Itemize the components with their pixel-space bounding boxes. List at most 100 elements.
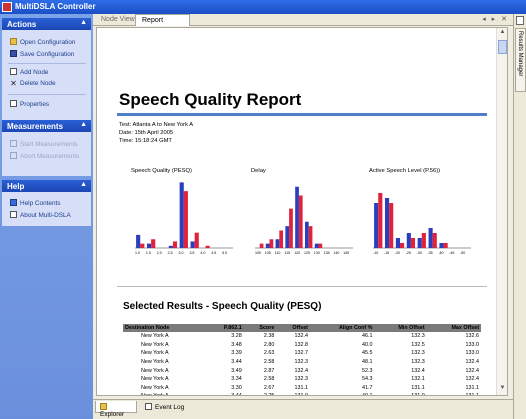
tick-label: -15 — [384, 251, 389, 254]
collapse-chevron-icon[interactable]: ▲ — [80, 121, 87, 128]
column-header[interactable]: Destination Node — [123, 324, 207, 332]
table-cell: 132.3 — [411, 350, 425, 357]
pesq-chart: Speech Quality (PESQ) 1.0 1.5 2.0 2.5 3.0 3.5… — [131, 168, 237, 256]
tick-label: 2.5 — [168, 251, 173, 254]
table-row[interactable]: New York A 3.48 2.80 132.8 40.0 132.5 133.0 — [123, 341, 481, 350]
chart-bar — [439, 243, 444, 248]
column-header[interactable]: Min Offset — [374, 324, 427, 332]
table-cell: New York A — [141, 384, 169, 391]
abort-measurements-item[interactable]: Abort Measurements — [10, 152, 79, 162]
floppy-disk-icon — [10, 50, 17, 57]
table-row[interactable]: New York A 3.34 2.58 132.3 54.3 132.1 132.4 — [123, 375, 481, 384]
scroll-down-icon[interactable]: ▼ — [498, 385, 507, 394]
tab-report[interactable]: Report — [135, 14, 190, 26]
scroll-thumb[interactable] — [498, 40, 507, 54]
table-cell: 133.0 — [465, 350, 480, 357]
table-cell: 132.4 — [294, 333, 308, 340]
table-cell: 132.4 — [465, 376, 480, 383]
help-panel-header[interactable]: Help ▲ — [2, 180, 91, 192]
scroll-up-icon[interactable]: ▲ — [498, 29, 507, 38]
divider — [8, 63, 86, 64]
table-cell: 3.44 — [206, 392, 244, 395]
tab-explorer[interactable]: Explorer — [95, 401, 137, 418]
table-cell: 132.4 — [465, 359, 480, 366]
column-header[interactable]: Max Offset — [426, 324, 481, 332]
column-header[interactable]: Score — [243, 324, 277, 332]
table-cell: 2.58 — [263, 376, 275, 383]
chart-bar — [151, 239, 156, 248]
column-header[interactable]: Offset — [276, 324, 310, 332]
table-row[interactable]: New York A 3.39 2.63 132.7 45.5 132.3 133.0 — [123, 349, 481, 358]
about-item[interactable]: About Multi-DSLA — [10, 211, 71, 221]
chart-bar — [146, 243, 152, 248]
start-icon — [10, 140, 17, 147]
chart-bar — [421, 233, 426, 248]
chart-bar — [140, 243, 145, 248]
table-cell: New York A — [123, 392, 206, 395]
chart-title: Delay — [251, 168, 266, 174]
table-cell: 54.3 — [362, 376, 373, 383]
tab-navigation[interactable]: ◂ ▸ ✕ — [482, 15, 509, 23]
table-cell: 132.3 — [411, 333, 425, 340]
table-cell: 132.6 — [465, 333, 480, 340]
measurements-panel-header[interactable]: Measurements ▲ — [2, 120, 91, 132]
tick-label: 100 — [255, 251, 261, 254]
results-table: Destination Node P.862.1 Score Offset Align … — [123, 324, 481, 395]
help-contents-item[interactable]: Help Contents — [10, 199, 61, 209]
actions-panel-header[interactable]: Actions ▲ — [2, 18, 91, 30]
table-row[interactable]: New York A3.442.75131.040.1131.0131.1 — [123, 392, 481, 395]
tab-event-log[interactable]: Event Log — [141, 401, 189, 413]
table-row[interactable]: New York A 3.28 2.38 132.4 46.1 132.3 132.6 — [123, 332, 481, 341]
delay-chart: Delay 100 105 110 115 120 125 130 135 140 145 — [251, 168, 357, 256]
results-manager-icon[interactable] — [516, 16, 524, 25]
collapse-chevron-icon[interactable]: ▲ — [80, 19, 87, 26]
chart-bar — [443, 243, 448, 248]
table-cell: 132.1 — [411, 376, 425, 383]
table-cell: 131.0 — [375, 392, 427, 395]
table-cell: 131.1 — [294, 384, 308, 391]
table-cell: New York A — [141, 376, 169, 383]
results-manager-tab[interactable]: Results Manager — [515, 28, 526, 92]
table-cell: 40.0 — [362, 341, 373, 348]
chart-title: Active Speech Level (P.56)) — [369, 168, 441, 174]
tick-label: -25 — [406, 251, 411, 254]
table-row[interactable]: New York A 3.44 2.58 132.3 48.1 132.3 132.4 — [123, 358, 481, 367]
tick-label: 1.0 — [135, 251, 140, 254]
chart-bar — [384, 198, 390, 248]
chart-bar — [259, 243, 264, 248]
table-cell: New York A — [141, 367, 169, 374]
help-icon — [10, 199, 17, 206]
column-header[interactable]: P.862.1 — [206, 324, 244, 332]
collapse-chevron-icon[interactable]: ▲ — [80, 181, 87, 188]
table-cell: 131.0 — [276, 392, 310, 395]
vertical-scrollbar[interactable]: ▲ ▼ — [496, 28, 507, 395]
properties-item[interactable]: Properties — [10, 100, 49, 110]
table-row[interactable]: New York A 3.30 2.67 131.1 41.7 131.1 131.1 — [123, 384, 481, 393]
tab-node-view[interactable]: Node View — [95, 14, 141, 26]
tick-label: -30 — [417, 251, 422, 254]
pesq-chart-svg: 1.0 1.5 2.0 2.5 3.0 3.5 4.0 4.5 5.0 — [135, 182, 233, 255]
test-line: Test: Atlanta A to New York A — [119, 122, 194, 128]
start-measurements-item[interactable]: Start Measurements — [10, 140, 78, 150]
chart-bar — [298, 195, 303, 248]
table-cell: 3.44 — [231, 359, 242, 366]
add-node-item[interactable]: Add Node — [10, 68, 48, 78]
chart-title: Speech Quality (PESQ) — [131, 168, 192, 174]
tick-label: 5.0 — [222, 251, 227, 254]
abort-icon — [10, 152, 17, 159]
explorer-icon — [100, 403, 107, 410]
save-configuration-item[interactable]: Save Configuration — [10, 50, 74, 60]
chart-bar — [374, 203, 379, 248]
table-cell: 131.1 — [411, 384, 425, 391]
table-cell: 2.87 — [263, 367, 275, 374]
folder-open-icon — [10, 38, 17, 45]
open-configuration-item[interactable]: Open Configuration — [10, 38, 75, 48]
table-cell: 132.8 — [294, 341, 308, 348]
actions-panel: Open Configuration Save Configuration Ad… — [2, 30, 91, 130]
tick-label: -20 — [395, 251, 400, 254]
column-header[interactable]: Align Conf % — [309, 324, 375, 332]
delete-node-item[interactable]: ✕ Delete Node — [10, 80, 55, 90]
chart-bar — [194, 232, 199, 248]
table-row[interactable]: New York A 3.49 2.87 132.4 52.3 132.4 132.4 — [123, 366, 481, 375]
measurements-panel-title: Measurements — [7, 122, 64, 131]
